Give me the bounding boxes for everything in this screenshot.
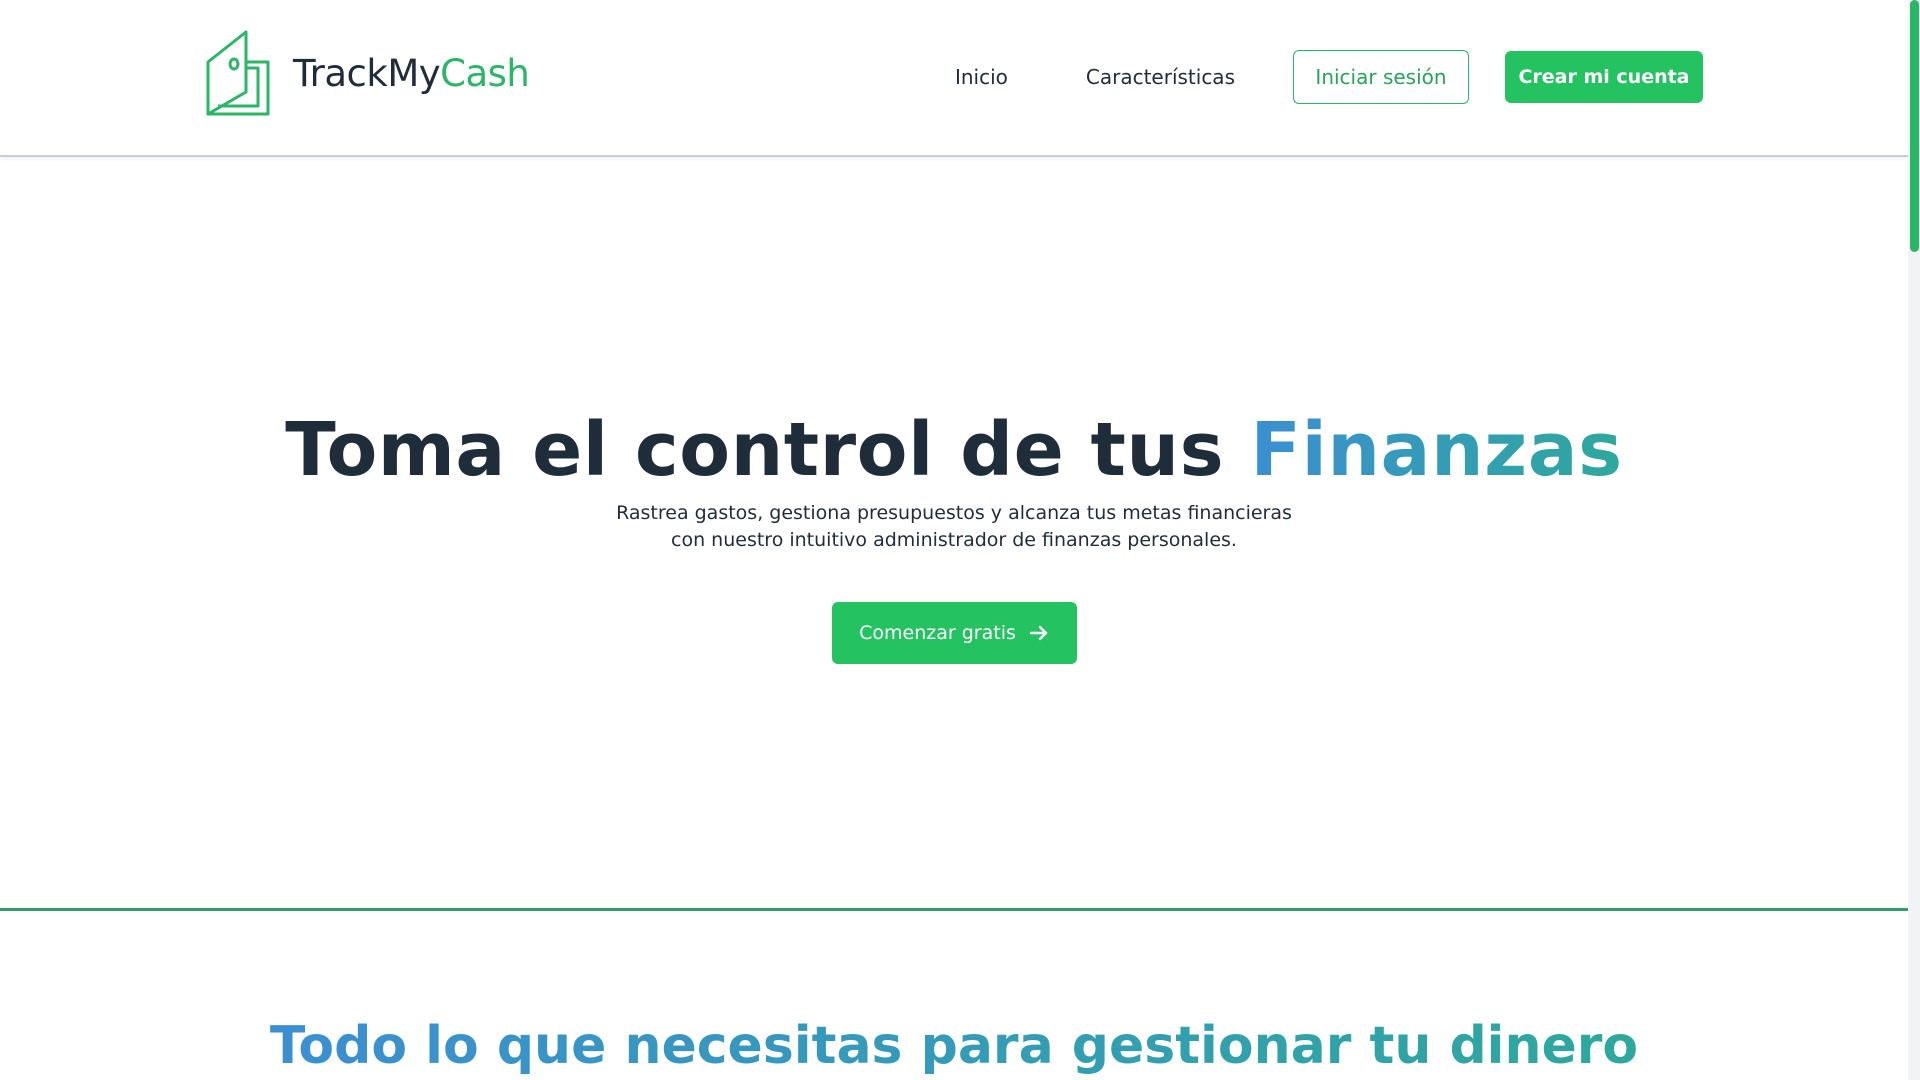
hero-section: Toma el control de tus Finanzas Rastrea … [0, 159, 1908, 909]
section-divider [0, 908, 1908, 911]
brand-logo[interactable]: TrackMyCash [204, 28, 530, 118]
arrow-right-icon [1029, 625, 1048, 641]
nav-caracteristicas[interactable]: Características [1086, 65, 1235, 89]
nav-inicio[interactable]: Inicio [955, 65, 1008, 89]
signup-button[interactable]: Crear mi cuenta [1505, 51, 1703, 103]
login-button[interactable]: Iniciar sesión [1293, 50, 1469, 104]
main-nav: Inicio Características Iniciar sesión Cr… [955, 50, 1703, 104]
hero-subtitle: Rastrea gastos, gestiona presupuestos y … [616, 502, 1292, 551]
site-header: TrackMyCash Inicio Características Inici… [0, 0, 1908, 157]
get-started-button[interactable]: Comenzar gratis [832, 602, 1077, 664]
wallet-icon [206, 30, 270, 116]
hero-title: Toma el control de tus Finanzas [285, 407, 1623, 493]
get-started-label: Comenzar gratis [859, 622, 1016, 644]
features-title: Todo lo que necesitas para gestionar tu … [269, 1016, 1639, 1076]
brand-name: TrackMyCash [293, 51, 530, 95]
hero-title-highlight: Finanzas [1250, 407, 1623, 493]
scrollbar-thumb[interactable] [1910, 0, 1919, 252]
page-scrollbar[interactable] [1908, 0, 1920, 1080]
